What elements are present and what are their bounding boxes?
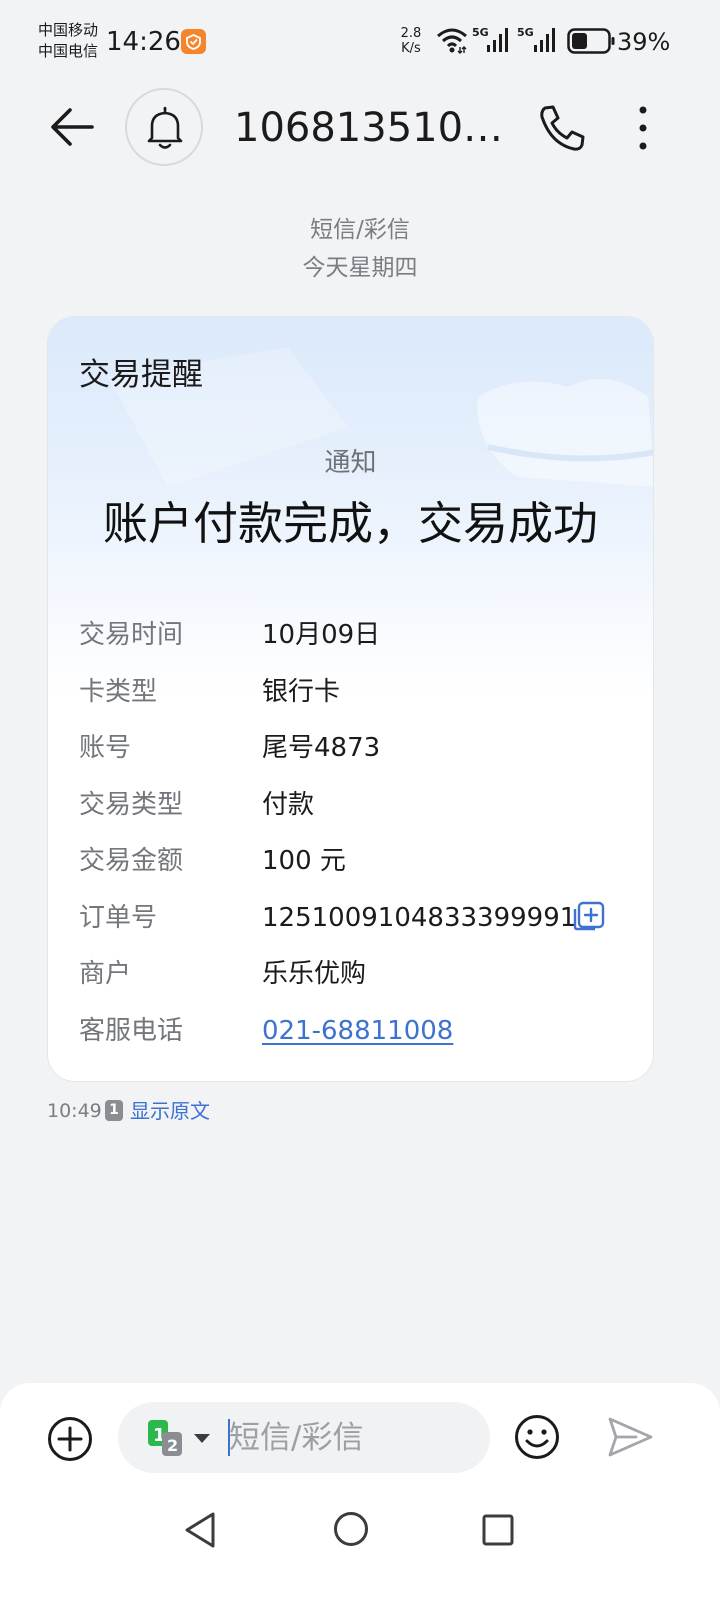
app-notification-icon (181, 29, 206, 54)
detail-value: 尾号4873 (262, 733, 381, 763)
nav-back-icon[interactable] (183, 1511, 217, 1549)
show-original-link[interactable]: 显示原文 (130, 1098, 210, 1124)
detail-row-amount: 交易金额 100 元 (79, 835, 639, 892)
detail-value: 乐乐优购 (262, 959, 367, 989)
smiley-icon (515, 1415, 559, 1459)
detail-value: 10月09日 (262, 620, 381, 650)
battery-icon (567, 28, 615, 54)
detail-label: 订单号 (79, 902, 158, 933)
card-heading: 交易提醒 (79, 357, 203, 393)
bell-icon (147, 106, 183, 149)
notification-button[interactable] (125, 88, 203, 166)
carrier-labels: 中国移动 中国电信 (38, 20, 98, 62)
message-input[interactable] (229, 1418, 469, 1458)
transaction-details: 交易时间 10月09日 卡类型 银行卡 账号 尾号4873 交易类型 付款 交易… (79, 609, 639, 1061)
carrier-2: 中国电信 (38, 42, 99, 60)
sim-secondary-label: 2 (167, 1436, 178, 1455)
detail-label: 交易金额 (79, 846, 184, 876)
more-vertical-icon (639, 106, 647, 150)
detail-value: 银行卡 (262, 676, 341, 707)
detail-value: 付款 (262, 789, 315, 820)
network-speed-unit: K/s (401, 41, 421, 56)
detail-row-transaction-type: 交易类型 付款 (79, 779, 639, 836)
sim-badge: 1 (105, 1100, 123, 1121)
send-button[interactable] (606, 1415, 654, 1459)
emoji-button[interactable] (514, 1414, 560, 1460)
phone-icon (540, 105, 585, 151)
card-headline: 账户付款完成，交易成功 (102, 497, 598, 550)
detail-label: 卡类型 (79, 676, 158, 707)
detail-label: 商户 (79, 959, 132, 989)
nav-home-icon[interactable] (333, 1511, 369, 1547)
status-clock: 14:26 (106, 27, 181, 57)
back-button[interactable] (48, 102, 98, 152)
detail-value: 100 元 (262, 846, 346, 876)
wifi-icon (437, 28, 467, 54)
copy-icon[interactable] (573, 901, 605, 931)
sim-switch-icon[interactable]: 1 2 (148, 1420, 218, 1456)
message-input-container: 1 2 (118, 1402, 490, 1473)
transaction-card[interactable]: 交易提醒 通知 账户付款完成，交易成功 交易时间 10月09日 卡类型 银行卡 … (47, 316, 654, 1082)
contact-title: 10681351006... (234, 105, 524, 151)
network-speed: 2.8 K/s (396, 26, 426, 56)
send-icon (608, 1417, 653, 1457)
composer-panel: 1 2 (0, 1383, 720, 1610)
detail-label: 客服电话 (79, 1015, 184, 1046)
detail-value: 1251009104833399991 (262, 902, 577, 933)
status-bar: 中国移动 中国电信 14:26 2.8 K/s 5G 5G 39% (0, 0, 720, 84)
add-attachment-button[interactable] (47, 1416, 93, 1462)
detail-row-time: 交易时间 10月09日 (79, 609, 639, 666)
carrier-1: 中国移动 (38, 21, 99, 39)
detail-row-merchant: 商户 乐乐优购 (79, 948, 639, 1005)
detail-row-order-number: 订单号 1251009104833399991 (79, 892, 639, 949)
signal-strength-icon: 5G (472, 26, 508, 52)
more-options-button[interactable] (625, 102, 661, 154)
detail-row-card-type: 卡类型 银行卡 (79, 666, 639, 723)
message-time: 10:49 (47, 1100, 102, 1122)
battery-percent: 39% (617, 28, 671, 56)
signal-strength-2-icon: 5G (517, 26, 555, 52)
nav-recents-icon[interactable] (482, 1514, 514, 1546)
network-speed-value: 2.8 (400, 26, 422, 41)
detail-row-service-phone: 客服电话 021-68811008 (79, 1005, 639, 1062)
message-type-label: 短信/彩信 (310, 217, 410, 243)
card-notice-label: 通知 (324, 448, 377, 478)
network-type-2: 5G (517, 26, 534, 39)
plus-circle-icon (48, 1417, 92, 1461)
network-type-1: 5G (472, 26, 489, 39)
call-button[interactable] (536, 102, 588, 154)
detail-row-account: 账号 尾号4873 (79, 722, 639, 779)
service-phone-link[interactable]: 021-68811008 (262, 1013, 453, 1049)
date-separator: 今天星期四 (302, 255, 418, 281)
detail-label: 交易时间 (79, 620, 184, 650)
back-arrow-icon (51, 108, 94, 146)
detail-label: 账号 (79, 733, 132, 763)
conversation-header: 10681351006... (0, 84, 720, 174)
detail-label: 交易类型 (79, 789, 184, 820)
